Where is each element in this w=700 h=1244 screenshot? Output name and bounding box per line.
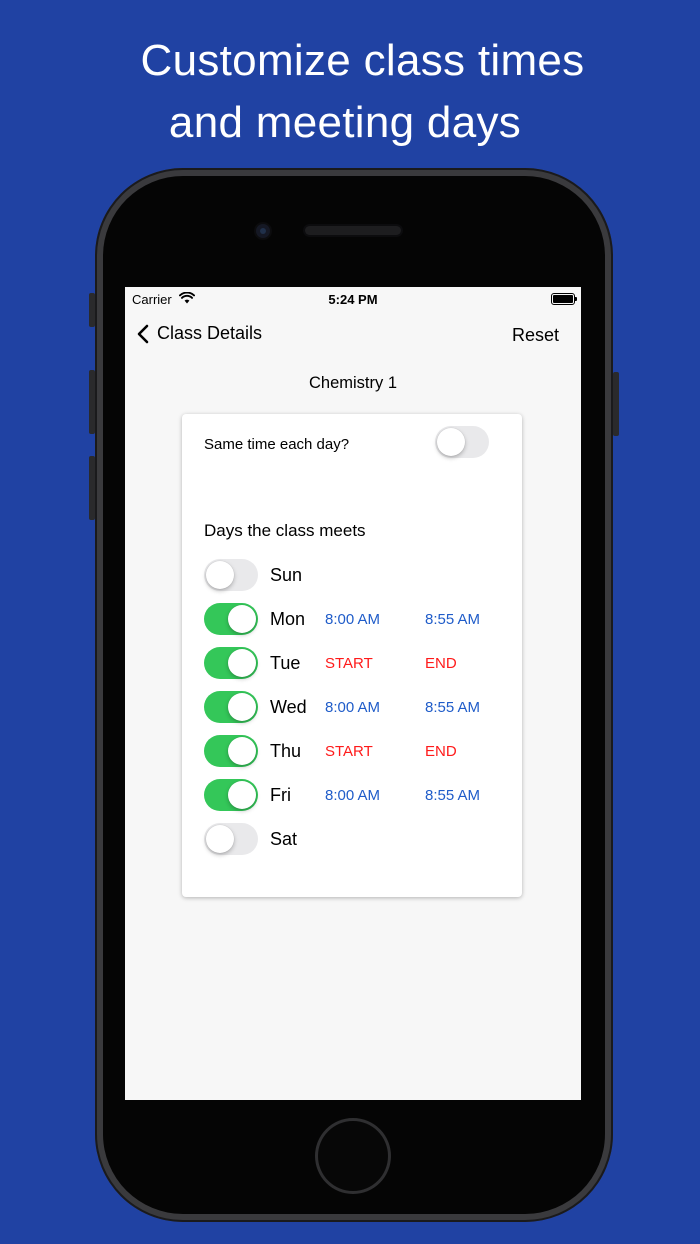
volume-up-button bbox=[89, 370, 95, 434]
toggle-knob bbox=[228, 605, 256, 633]
front-camera-icon bbox=[256, 224, 270, 238]
day-name: Sun bbox=[270, 565, 303, 585]
back-button-label: Class Details bbox=[157, 323, 263, 343]
schedule-card: Same time each day? Days the class meets… bbox=[182, 414, 522, 897]
day-row-thu: Thu START END bbox=[204, 735, 504, 767]
day-name: Fri bbox=[270, 785, 291, 805]
headline: Customize class times and meeting days bbox=[0, 30, 700, 154]
toggle-knob bbox=[206, 825, 234, 853]
same-time-toggle[interactable] bbox=[435, 426, 489, 458]
end-time[interactable]: 8:55 AM bbox=[425, 611, 480, 628]
start-time[interactable]: START bbox=[325, 655, 373, 672]
app-screen: Carrier 5:24 PM Class Details Reset Chem… bbox=[125, 287, 581, 1100]
days-heading: Days the class meets bbox=[204, 521, 366, 540]
toggle-knob bbox=[228, 649, 256, 677]
day-row-mon: Mon 8:00 AM 8:55 AM bbox=[204, 603, 504, 635]
back-button[interactable]: Class Details bbox=[137, 323, 262, 344]
start-time[interactable]: START bbox=[325, 743, 373, 760]
day-toggle-fri[interactable] bbox=[204, 779, 258, 811]
start-time[interactable]: 8:00 AM bbox=[325, 699, 380, 716]
day-name: Wed bbox=[270, 697, 307, 717]
day-row-wed: Wed 8:00 AM 8:55 AM bbox=[204, 691, 504, 723]
headline-line-2: and meeting days bbox=[168, 98, 522, 147]
toggle-knob bbox=[206, 561, 234, 589]
class-title: Chemistry 1 bbox=[308, 374, 398, 392]
day-name: Mon bbox=[270, 609, 306, 629]
battery-icon bbox=[551, 293, 577, 305]
same-time-label: Same time each day? bbox=[204, 436, 350, 453]
headline-line-1: Customize class times bbox=[140, 36, 585, 85]
start-time[interactable]: 8:00 AM bbox=[325, 611, 380, 628]
end-time[interactable]: END bbox=[425, 655, 457, 672]
day-row-tue: Tue START END bbox=[204, 647, 504, 679]
home-button[interactable] bbox=[318, 1121, 388, 1191]
start-time[interactable]: 8:00 AM bbox=[325, 787, 380, 804]
day-toggle-tue[interactable] bbox=[204, 647, 258, 679]
reset-button[interactable]: Reset bbox=[512, 325, 559, 346]
day-toggle-sun[interactable] bbox=[204, 559, 258, 591]
day-name: Tue bbox=[270, 653, 301, 673]
day-name: Sat bbox=[270, 829, 298, 849]
day-toggle-wed[interactable] bbox=[204, 691, 258, 723]
day-row-sun: Sun bbox=[204, 559, 504, 591]
power-button bbox=[613, 372, 619, 436]
navigation-bar: Class Details Reset bbox=[125, 311, 581, 359]
status-time: 5:24 PM bbox=[328, 292, 378, 307]
day-toggle-sat[interactable] bbox=[204, 823, 258, 855]
chevron-left-icon bbox=[137, 324, 149, 343]
end-time[interactable]: 8:55 AM bbox=[425, 699, 480, 716]
speaker-grille bbox=[305, 226, 401, 235]
toggle-knob bbox=[228, 781, 256, 809]
day-toggle-mon[interactable] bbox=[204, 603, 258, 635]
day-row-fri: Fri 8:00 AM 8:55 AM bbox=[204, 779, 504, 811]
end-time[interactable]: END bbox=[425, 743, 457, 760]
mute-switch bbox=[89, 293, 95, 327]
toggle-knob bbox=[228, 693, 256, 721]
day-row-sat: Sat bbox=[204, 823, 504, 855]
day-toggle-thu[interactable] bbox=[204, 735, 258, 767]
day-name: Thu bbox=[270, 741, 302, 761]
toggle-knob bbox=[228, 737, 256, 765]
end-time[interactable]: 8:55 AM bbox=[425, 787, 480, 804]
status-bar: Carrier 5:24 PM bbox=[125, 287, 581, 311]
toggle-knob bbox=[437, 428, 465, 456]
volume-down-button bbox=[89, 456, 95, 520]
